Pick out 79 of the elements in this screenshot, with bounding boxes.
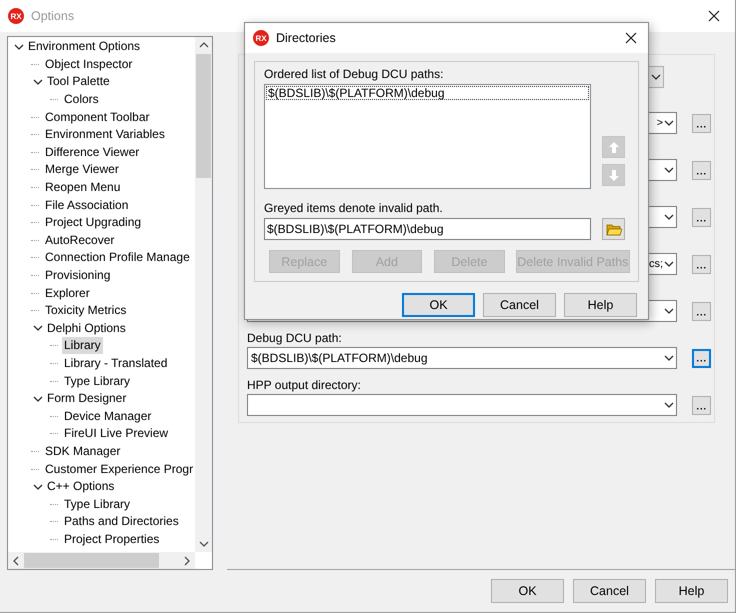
browse-button[interactable]: [692, 302, 711, 320]
tree-item[interactable]: Tool Palette: [45, 73, 112, 90]
tree-item[interactable]: Component Toolbar: [43, 108, 152, 126]
tree-item[interactable]: C++ Options: [45, 478, 116, 496]
combo-box[interactable]: $(BDSLIB)\$(PLATFORM)\debug: [247, 347, 677, 369]
list-label: Ordered list of Debug DCU paths:: [264, 66, 444, 82]
chevron-down-icon: [664, 355, 674, 361]
tree-item[interactable]: Form Designer: [45, 390, 128, 408]
tree-item[interactable]: Library: [62, 337, 103, 354]
button[interactable]: Cancel: [573, 579, 646, 603]
tree-item[interactable]: Connection Profile Manage: [43, 249, 192, 266]
button[interactable]: Help: [655, 579, 728, 603]
browse-button[interactable]: [692, 254, 711, 274]
tree-item[interactable]: Project Upgrading: [43, 214, 144, 232]
tree-item[interactable]: Paths and Directories: [62, 513, 181, 530]
combo-value: $(BDSLIB)\$(PLATFORM)\debug: [251, 351, 429, 365]
combo-value: cs;: [648, 258, 664, 270]
horizontal-scrollbar[interactable]: [8, 552, 195, 569]
scroll-down-icon: [198, 541, 208, 547]
browse-folder-button[interactable]: [602, 218, 625, 240]
arrow-up-icon: [608, 140, 620, 154]
scroll-left-icon: [13, 556, 19, 566]
chevron-down-icon: [664, 167, 674, 173]
button[interactable]: OK: [402, 293, 475, 317]
scroll-up-icon: [198, 42, 208, 48]
scrollbar-thumb[interactable]: [24, 553, 159, 568]
tree-item[interactable]: Provisioning: [43, 267, 112, 284]
browse-button[interactable]: [692, 160, 711, 180]
tree-item[interactable]: Environment Options: [26, 38, 142, 56]
vertical-scrollbar[interactable]: [195, 37, 212, 552]
tree-item[interactable]: Object Inspector: [43, 56, 134, 73]
path-field[interactable]: $(BDSLIB)\$(PLATFORM)\debug: [264, 218, 591, 240]
tree-item[interactable]: File Association: [43, 196, 130, 214]
tree-item[interactable]: Customer Experience Progr: [43, 460, 195, 478]
combo-value: >: [656, 117, 664, 129]
chevron-down-icon: [664, 214, 674, 220]
chevron-down-icon: [664, 120, 674, 126]
list-item[interactable]: $(BDSLIB)\$(PLATFORM)\debug: [266, 86, 589, 100]
tree-item[interactable]: Device Manager: [62, 408, 154, 425]
tree-item[interactable]: Delphi Options: [45, 320, 128, 337]
hint-text: Greyed items denote invalid path.: [264, 200, 444, 216]
window-title: Directories: [276, 31, 337, 45]
tree-item[interactable]: Toxicity Metrics: [43, 302, 128, 320]
chevron-down-icon: [651, 74, 661, 80]
chevron-down-icon: [664, 402, 674, 408]
window-title: Options: [31, 9, 76, 23]
tree-item[interactable]: SDK Manager: [43, 442, 122, 460]
close-icon: [708, 10, 720, 22]
close-icon: [625, 32, 637, 44]
tree-item[interactable]: AutoRecover: [43, 232, 116, 249]
tree-item[interactable]: Difference Viewer: [43, 144, 142, 161]
tree-item[interactable]: Library - Translated: [62, 354, 170, 372]
tree-item[interactable]: FireUI Live Preview: [62, 425, 170, 442]
browse-button[interactable]: [692, 114, 711, 132]
button[interactable]: OK: [491, 579, 564, 603]
tree-item[interactable]: Type Library: [62, 372, 132, 390]
chevron-down-icon: [664, 261, 674, 267]
app-logo: RX: [253, 30, 269, 46]
browse-button[interactable]: [692, 348, 711, 368]
scrollbar-thumb[interactable]: [196, 54, 211, 178]
button[interactable]: Help: [564, 293, 637, 317]
folder-icon: [606, 222, 622, 236]
button[interactable]: Cancel: [483, 293, 556, 317]
field-label: Debug DCU path:: [247, 330, 343, 346]
chevron-down-icon: [664, 308, 674, 314]
browse-button[interactable]: [692, 208, 711, 226]
combo-box[interactable]: [247, 394, 677, 416]
arrow-down-icon: [608, 168, 620, 182]
tree-item[interactable]: Project Properties: [62, 530, 162, 548]
tree-item[interactable]: Environment Variables: [43, 126, 167, 144]
browse-button[interactable]: [692, 396, 711, 414]
app-logo: RX: [8, 8, 24, 24]
tree-item[interactable]: Colors: [62, 91, 101, 108]
scroll-right-icon: [184, 556, 190, 566]
tree-item[interactable]: Merge Viewer: [43, 161, 121, 178]
tree-item[interactable]: Reopen Menu: [43, 179, 122, 196]
tree-item[interactable]: Explorer: [43, 284, 92, 302]
field-label: HPP output directory:: [247, 377, 362, 393]
tree-item[interactable]: Type Library: [62, 496, 132, 513]
